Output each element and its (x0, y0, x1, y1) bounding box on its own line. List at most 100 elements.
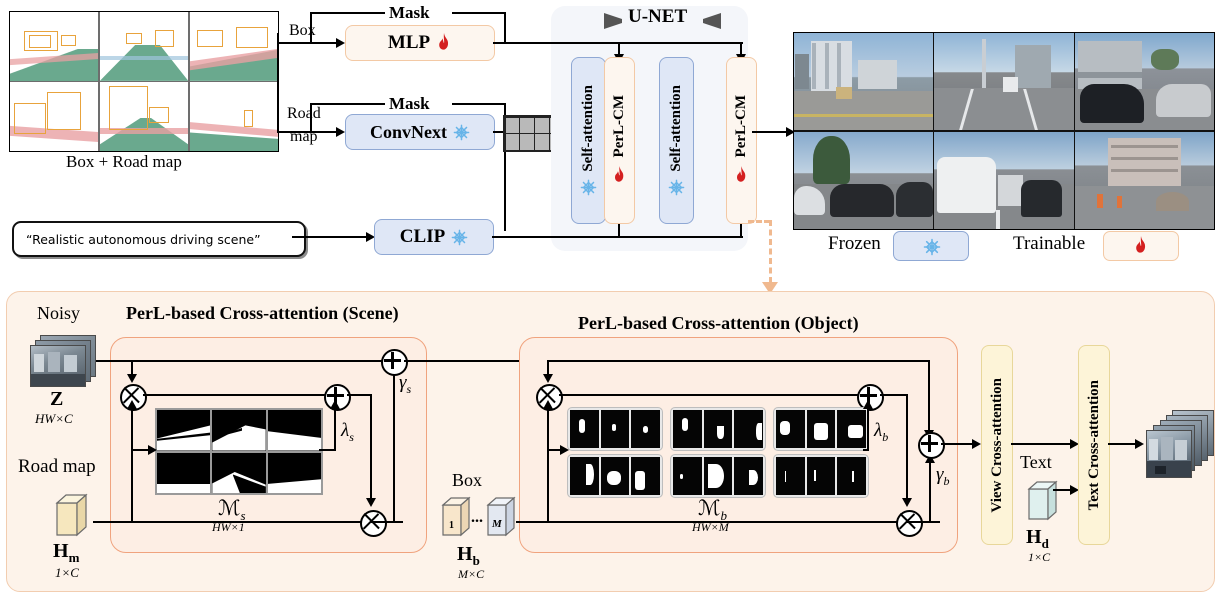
object-mask-group (773, 407, 869, 451)
scene-mask-tile (212, 410, 266, 451)
input-caption: Box + Road map (66, 152, 182, 171)
object-mask-tile (631, 457, 661, 495)
text-prompt-box[interactable]: “Realistic autonomous driving scene” (12, 221, 306, 257)
object-mask-tile (673, 410, 702, 448)
object-mask-tile (837, 457, 867, 495)
object-mask-tile (570, 457, 599, 495)
object-residual-down (928, 360, 931, 433)
object-lambda-symbol: λ (874, 420, 883, 441)
scene-gamma-subscript: s (406, 381, 412, 396)
input-view-5 (99, 82, 189, 151)
object-mask-group (773, 454, 869, 498)
noise-tile (505, 117, 519, 133)
input-view-3 (189, 12, 278, 81)
text-label: Text (1020, 452, 1052, 472)
box-mask-up-line (310, 12, 313, 44)
unet-col-perl-cm-2[interactable]: PerL-CM (726, 57, 757, 224)
unet-left-trapezoid-icon (604, 13, 622, 29)
noise-tile (520, 134, 534, 150)
unet-col-label: PerL-CM (733, 95, 749, 158)
object-block-title: PerL-based Cross-attention (Object) (578, 313, 859, 333)
object-mask-tile (806, 457, 836, 495)
noisy-label: Noisy (37, 303, 81, 323)
legend-trainable-chip (1103, 231, 1179, 261)
object-mask-tile (703, 457, 733, 495)
scene-mask-dims: HW×1 (212, 520, 245, 534)
scene-mul-to-plus (143, 394, 325, 397)
input-branch-spine (277, 33, 280, 133)
text-to-output-line (1108, 443, 1136, 446)
convnext-out-line (493, 131, 503, 134)
module-mlp-label: MLP (387, 32, 431, 53)
hm-dims: 1×C (55, 565, 79, 580)
unet-col-self-attention-2[interactable]: Self-attention (659, 57, 694, 224)
text-cross-attention-block[interactable]: Text Cross-attention (1078, 345, 1110, 545)
scene-z-drop-arrow (127, 374, 138, 383)
module-clip-label: CLIP (399, 226, 446, 247)
module-convnext[interactable]: ConvNext (345, 114, 495, 150)
scene-mask-grid (155, 408, 323, 495)
object-mask-group (670, 407, 766, 451)
svg-text:M: M (491, 518, 503, 530)
hb-cube-ellipsis: ... (471, 509, 483, 526)
object-z-drop-arrow (543, 374, 554, 383)
scene-mask-tile (267, 452, 321, 493)
noise-tile (535, 134, 549, 150)
text-cross-attention-label: Text Cross-attention (1085, 379, 1102, 511)
noise-tile (505, 134, 519, 150)
hd-to-text-line (1053, 489, 1071, 492)
unet-bottom-riser-2 (740, 222, 743, 237)
hm-symbol-text: H (53, 540, 69, 562)
object-mask-symbol-text: ℳ (698, 496, 721, 520)
module-clip[interactable]: CLIP (374, 219, 494, 255)
unet-col-label: PerL-CM (611, 95, 627, 158)
unet-col-self-attention-1[interactable]: Self-attention (571, 57, 606, 224)
object-residual-rail (547, 360, 930, 363)
unet-bottom-riser-1 (618, 222, 621, 237)
object-output-add-op (918, 432, 945, 459)
roadmap-mask-right-line (452, 103, 506, 106)
edge-label-mask-top: Mask (389, 3, 430, 22)
module-convnext-label: ConvNext (370, 121, 447, 142)
object-mask-tile (776, 457, 805, 495)
scene-mask-out-riser (334, 408, 337, 450)
object-to-view-line (941, 443, 973, 446)
scene-mask-tile (157, 452, 211, 493)
flame-icon (612, 165, 628, 186)
scene-mask-tile (212, 452, 266, 493)
road-map-label: Road map (18, 456, 96, 477)
scene-gamma-label: γs (399, 372, 411, 397)
scene-plus-down (370, 394, 373, 500)
object-hb-riser (547, 408, 550, 522)
hb-subscript: b (472, 553, 480, 568)
hd-cube-icon (1027, 480, 1058, 521)
scene-plus-out-line (347, 394, 372, 397)
output-image-grid (793, 32, 1215, 230)
object-mask-tile (570, 410, 599, 448)
unet-col-perl-cm-1[interactable]: PerL-CM (604, 57, 635, 224)
hb-symbol-text: H (457, 543, 473, 565)
view-cross-attention-block[interactable]: View Cross-attention (981, 345, 1013, 545)
hd-symbol-text: H (1026, 526, 1042, 548)
unet-out-line (752, 131, 787, 134)
legend-frozen-label: Frozen (828, 233, 881, 254)
scene-lambda-subscript: s (349, 429, 354, 444)
object-mask-tile (600, 410, 630, 448)
z-dims: HW×C (35, 411, 73, 426)
object-mask-out-riser (867, 408, 870, 450)
snowflake-icon (451, 229, 468, 246)
scene-hm-rail (93, 521, 403, 524)
scene-gamma-connect (371, 521, 395, 524)
box-mask-right-line (452, 12, 506, 15)
noise-tile (520, 117, 534, 133)
scene-hm-riser-arrow (127, 400, 138, 409)
unet-col-label: Self-attention (668, 84, 684, 172)
roadmap-mask-left-line (310, 103, 385, 106)
scene-mask-in-line (131, 449, 149, 452)
text-prompt-value: “Realistic autonomous driving scene” (26, 231, 261, 247)
hb-symbol: Hb (457, 543, 480, 569)
module-mlp[interactable]: MLP (345, 25, 495, 61)
output-view-3 (1074, 33, 1214, 131)
box-mask-left-line (310, 12, 385, 15)
box-label-bottom: Box (452, 470, 483, 490)
